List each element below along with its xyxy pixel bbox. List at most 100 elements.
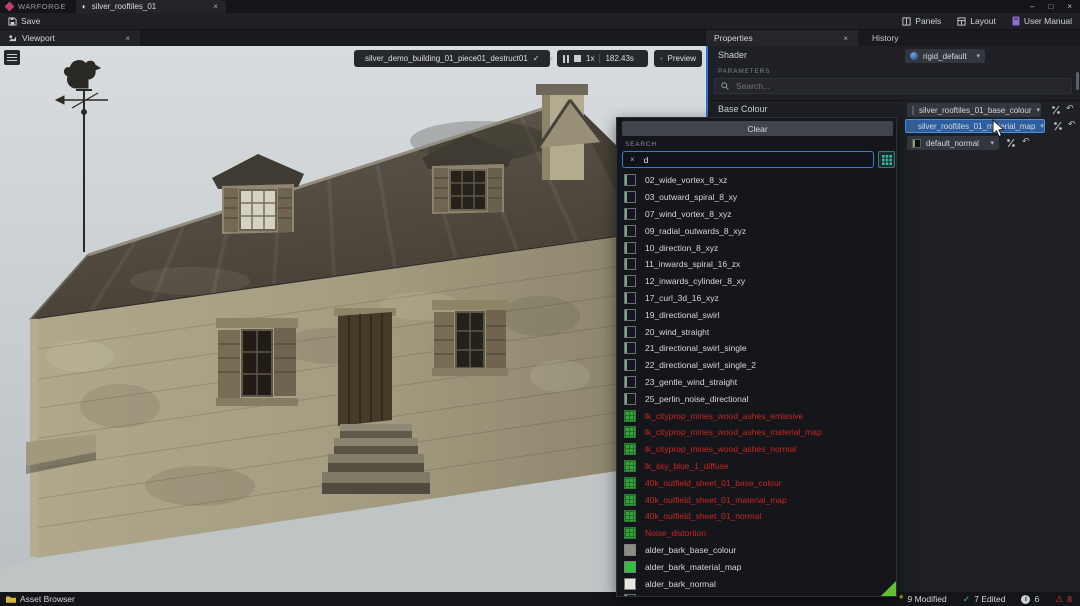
texture-list-item[interactable]: lk_sky_blue_1_diffuse — [617, 458, 896, 475]
document-tab-close-icon[interactable]: × — [211, 2, 220, 11]
texture-list-item[interactable]: 40k_outfield_sheet_01_normal — [617, 508, 896, 525]
shader-dropdown[interactable]: rigid_default ▾ — [905, 49, 985, 63]
texture-list-item[interactable]: 17_curl_3d_16_xyz — [617, 290, 896, 307]
properties-scrollbar[interactable] — [1076, 72, 1079, 90]
grid-view-button[interactable] — [878, 151, 895, 168]
tab-properties[interactable]: Properties × — [706, 30, 858, 46]
sample-pick-icon[interactable] — [1051, 105, 1061, 115]
texture-list: 02_wide_vortex_8_xz 03_outward_spiral_8_… — [617, 172, 896, 596]
document-tab[interactable]: ◐ silver_rooftiles_01 × — [76, 0, 226, 13]
picker-search-input[interactable] — [642, 154, 852, 166]
texture-swatch — [911, 122, 913, 131]
playback-time: 182.43s — [605, 54, 633, 63]
texture-list-item[interactable]: 22_directional_swirl_single_2 — [617, 357, 896, 374]
save-label: Save — [21, 16, 40, 26]
texture-list-item[interactable]: lk_cityprop_mines_wood_ashes_normal — [617, 441, 896, 458]
layout-label: Layout — [970, 16, 996, 26]
status-bar: Asset Browser * 9 Modified ✓ 7 Edited i … — [0, 592, 1080, 606]
panels-button[interactable]: Panels — [894, 13, 949, 29]
picker-search-field[interactable]: × — [622, 151, 874, 168]
texture-thumbnail-icon — [624, 242, 636, 254]
viewport-3d-scene[interactable]: silver_demo_building_01_piece01_destruct… — [0, 46, 706, 592]
texture-item-label: 40k_outfield_sheet_01_normal — [645, 511, 761, 521]
sample-pick-icon[interactable] — [1006, 138, 1016, 148]
texture-thumbnail-icon — [624, 410, 636, 422]
texture-thumbnail-icon — [624, 342, 636, 354]
asset-name: silver_demo_building_01_piece01_destruct… — [365, 54, 528, 63]
texture-item-label: 09_radial_outwards_8_xyz — [645, 226, 746, 236]
revert-icon[interactable]: ↶ — [1022, 137, 1030, 146]
tab-viewport[interactable]: Viewport × — [0, 30, 140, 46]
properties-tab-close-icon[interactable]: × — [841, 34, 850, 43]
house-render — [0, 46, 706, 592]
material-map-texture-dropdown[interactable]: silver_rooftiles_01_material_map ▾ — [905, 119, 1045, 133]
parameters-search-field[interactable] — [714, 78, 1072, 94]
texture-list-item[interactable]: 03_outward_spiral_8_xy — [617, 189, 896, 206]
revert-icon[interactable]: ↶ — [1066, 104, 1074, 113]
texture-list-item[interactable]: 20_wind_straight — [617, 323, 896, 340]
texture-list-item[interactable]: 19_directional_swirl — [617, 306, 896, 323]
layout-button[interactable]: Layout — [949, 13, 1004, 29]
resize-grip[interactable] — [881, 581, 896, 596]
shader-chevron-down-icon: ▾ — [976, 52, 980, 60]
texture-list-item[interactable]: 40k_outfield_sheet_01_material_map — [617, 491, 896, 508]
texture-list-item[interactable] — [617, 592, 896, 596]
warning-status[interactable]: ⚠ 8 — [1055, 594, 1072, 605]
window-maximize-button[interactable]: □ — [1048, 2, 1053, 11]
texture-thumbnail-icon — [624, 258, 636, 270]
app-name: WARFORGE — [18, 2, 66, 11]
texture-list-item[interactable]: alder_bark_material_map — [617, 558, 896, 575]
warning-count: 8 — [1067, 594, 1072, 604]
preview-button[interactable]: Preview — [654, 50, 702, 67]
playback-controls: 1x 182.43s — [557, 50, 648, 67]
texture-list-item[interactable]: lk_cityprop_mines_wood_ashes_material_ma… — [617, 424, 896, 441]
window-close-button[interactable]: × — [1067, 2, 1072, 11]
info-count: 6 — [1034, 594, 1039, 604]
texture-item-label: lk_cityprop_mines_wood_ashes_normal — [645, 444, 796, 454]
texture-list-item[interactable]: alder_bark_normal — [617, 575, 896, 592]
texture-list-item[interactable]: 07_wind_vortex_8_xyz — [617, 206, 896, 223]
playback-speed[interactable]: 1x — [586, 54, 594, 63]
texture-list-item[interactable]: 11_inwards_spiral_16_zx — [617, 256, 896, 273]
tab-history[interactable]: History — [858, 30, 912, 46]
texture-list-item[interactable]: 12_inwards_cylinder_8_xy — [617, 273, 896, 290]
eye-icon — [660, 55, 663, 62]
texture-list-item[interactable]: Noise_distortion — [617, 525, 896, 542]
clear-button[interactable]: Clear — [622, 121, 893, 136]
texture-list-item[interactable]: 25_perlin_noise_directional — [617, 390, 896, 407]
texture-list-item[interactable]: 02_wide_vortex_8_xz — [617, 172, 896, 189]
texture-list-item[interactable]: 10_direction_8_xyz — [617, 239, 896, 256]
viewport-menu-button[interactable] — [4, 50, 20, 65]
save-button[interactable]: Save — [0, 13, 48, 29]
texture-list-item[interactable]: 09_radial_outwards_8_xyz — [617, 222, 896, 239]
texture-list-item[interactable]: 21_directional_swirl_single — [617, 340, 896, 357]
clear-search-icon[interactable]: × — [628, 155, 637, 164]
stop-button[interactable] — [574, 55, 581, 62]
sample-pick-icon[interactable] — [1053, 121, 1063, 131]
asset-chevron-down-icon[interactable]: ▾ — [549, 55, 553, 63]
warning-icon: ⚠ — [1055, 594, 1063, 605]
pause-button[interactable] — [563, 55, 569, 63]
texture-list-item[interactable]: 40k_outfield_sheet_01_base_colour — [617, 474, 896, 491]
texture-list-item[interactable]: alder_bark_base_colour — [617, 542, 896, 559]
base-colour-texture-dropdown[interactable]: silver_rooftiles_01_base_colour ▾ — [907, 103, 1041, 117]
folder-icon — [6, 595, 16, 603]
parameters-search-input[interactable] — [734, 80, 1034, 92]
search-icon — [721, 82, 729, 90]
texture-list-item[interactable]: 23_gentle_wind_straight — [617, 374, 896, 391]
texture-item-label: lk_cityprop_mines_wood_ashes_material_ma… — [645, 427, 822, 437]
texture-list-item[interactable]: lk_cityprop_mines_wood_ashes_emissive — [617, 407, 896, 424]
user-manual-button[interactable]: User Manual — [1004, 13, 1080, 29]
texture-thumbnail-icon — [624, 309, 636, 321]
texture-item-label: 22_directional_swirl_single_2 — [645, 360, 756, 370]
window-minimize-button[interactable]: – — [1030, 2, 1034, 11]
revert-icon[interactable]: ↶ — [1068, 120, 1076, 129]
modified-status[interactable]: * 9 Modified — [899, 594, 947, 604]
normal-texture-dropdown[interactable]: default_normal ▾ — [907, 136, 999, 150]
asset-browser-button[interactable]: Asset Browser — [6, 594, 75, 604]
viewport-tab-close-icon[interactable]: × — [123, 34, 132, 43]
edited-status[interactable]: ✓ 7 Edited — [963, 594, 1006, 605]
info-status[interactable]: i 6 — [1021, 594, 1039, 604]
asset-selector[interactable]: silver_demo_building_01_piece01_destruct… — [354, 50, 550, 67]
texture-thumbnail-icon — [624, 208, 636, 220]
